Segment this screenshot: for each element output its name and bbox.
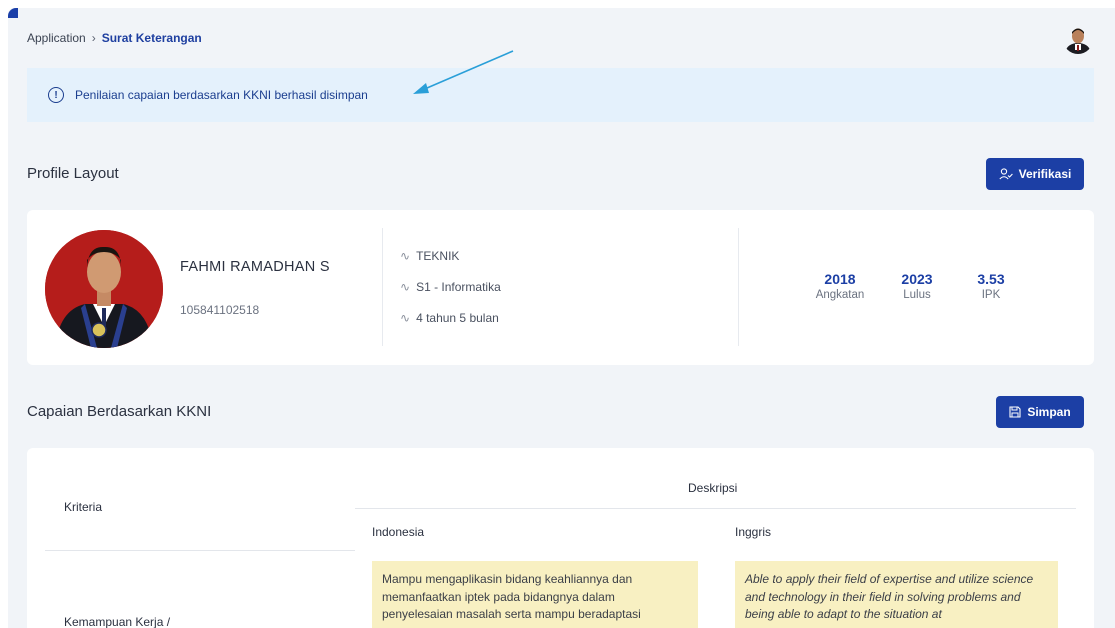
success-alert: ! Penilaian capaian berdasarkan KKNI ber…: [27, 68, 1094, 122]
profile-photo-image: [45, 230, 163, 348]
duration-info: ∿ 4 tahun 5 bulan: [400, 311, 499, 325]
header-inggris: Inggris: [735, 525, 772, 539]
alert-message: Penilaian capaian berdasarkan KKNI berha…: [75, 88, 368, 102]
kkni-section-title: Capaian Berdasarkan KKNI: [27, 403, 212, 420]
save-button-label: Simpan: [1027, 405, 1071, 419]
stat-ipk-label: IPK: [981, 289, 1001, 301]
header-indonesia: Indonesia: [372, 525, 425, 539]
user-avatar[interactable]: [1063, 24, 1093, 54]
header-kriteria: Kriteria: [64, 500, 103, 514]
stat-ipk: 3.53 IPK: [956, 271, 1026, 301]
program-info: ∿ S1 - Informatika: [400, 280, 501, 294]
header-deskripsi: Deskripsi: [688, 481, 738, 495]
profile-divider: [738, 228, 739, 346]
corner-accent: [8, 8, 18, 18]
stat-angkatan-value: 2018: [824, 271, 856, 287]
breadcrumb-current[interactable]: Surat Keterangan: [102, 31, 202, 45]
annotation-arrow: [413, 50, 514, 94]
faculty-info: ∿ TEKNIK: [400, 249, 459, 263]
pulse-icon: ∿: [400, 249, 411, 263]
breadcrumb-parent[interactable]: Application: [27, 31, 86, 45]
pulse-icon: ∿: [400, 311, 411, 325]
header-divider: [355, 508, 1076, 509]
profile-section-title: Profile Layout: [27, 165, 119, 182]
program-text: S1 - Informatika: [416, 280, 501, 294]
profile-photo: [45, 230, 163, 348]
profile-name: FAHMI RAMADHAN S: [180, 259, 330, 275]
stat-lulus: 2023 Lulus: [882, 271, 952, 301]
description-indonesia[interactable]: Mampu mengaplikasin bidang keahliannya d…: [372, 561, 698, 628]
kriteria-divider: [45, 550, 355, 551]
breadcrumb-separator: ›: [91, 31, 96, 45]
stat-ipk-value: 3.53: [977, 271, 1005, 287]
info-circle-icon: !: [48, 87, 64, 103]
user-avatar-image: [1066, 28, 1090, 54]
faculty-text: TEKNIK: [416, 249, 460, 263]
pulse-icon: ∿: [400, 280, 411, 294]
verify-button[interactable]: Verifikasi: [986, 158, 1084, 190]
stat-angkatan: 2018 Angkatan: [805, 271, 875, 301]
stat-lulus-value: 2023: [901, 271, 933, 287]
description-inggris[interactable]: Able to apply their field of expertise a…: [735, 561, 1058, 628]
profile-divider: [382, 228, 383, 346]
verify-button-label: Verifikasi: [1018, 167, 1072, 181]
breadcrumb: Application › Surat Keterangan: [27, 31, 202, 45]
duration-text: 4 tahun 5 bulan: [416, 311, 499, 325]
stat-lulus-label: Lulus: [903, 289, 931, 301]
stat-angkatan-label: Angkatan: [815, 289, 865, 301]
save-button[interactable]: Simpan: [996, 396, 1084, 428]
table-row-kriteria: Kemampuan Kerja /: [64, 615, 171, 628]
user-check-icon: [999, 168, 1013, 180]
profile-nim: 105841102518: [180, 303, 260, 317]
save-icon: [1009, 406, 1021, 418]
